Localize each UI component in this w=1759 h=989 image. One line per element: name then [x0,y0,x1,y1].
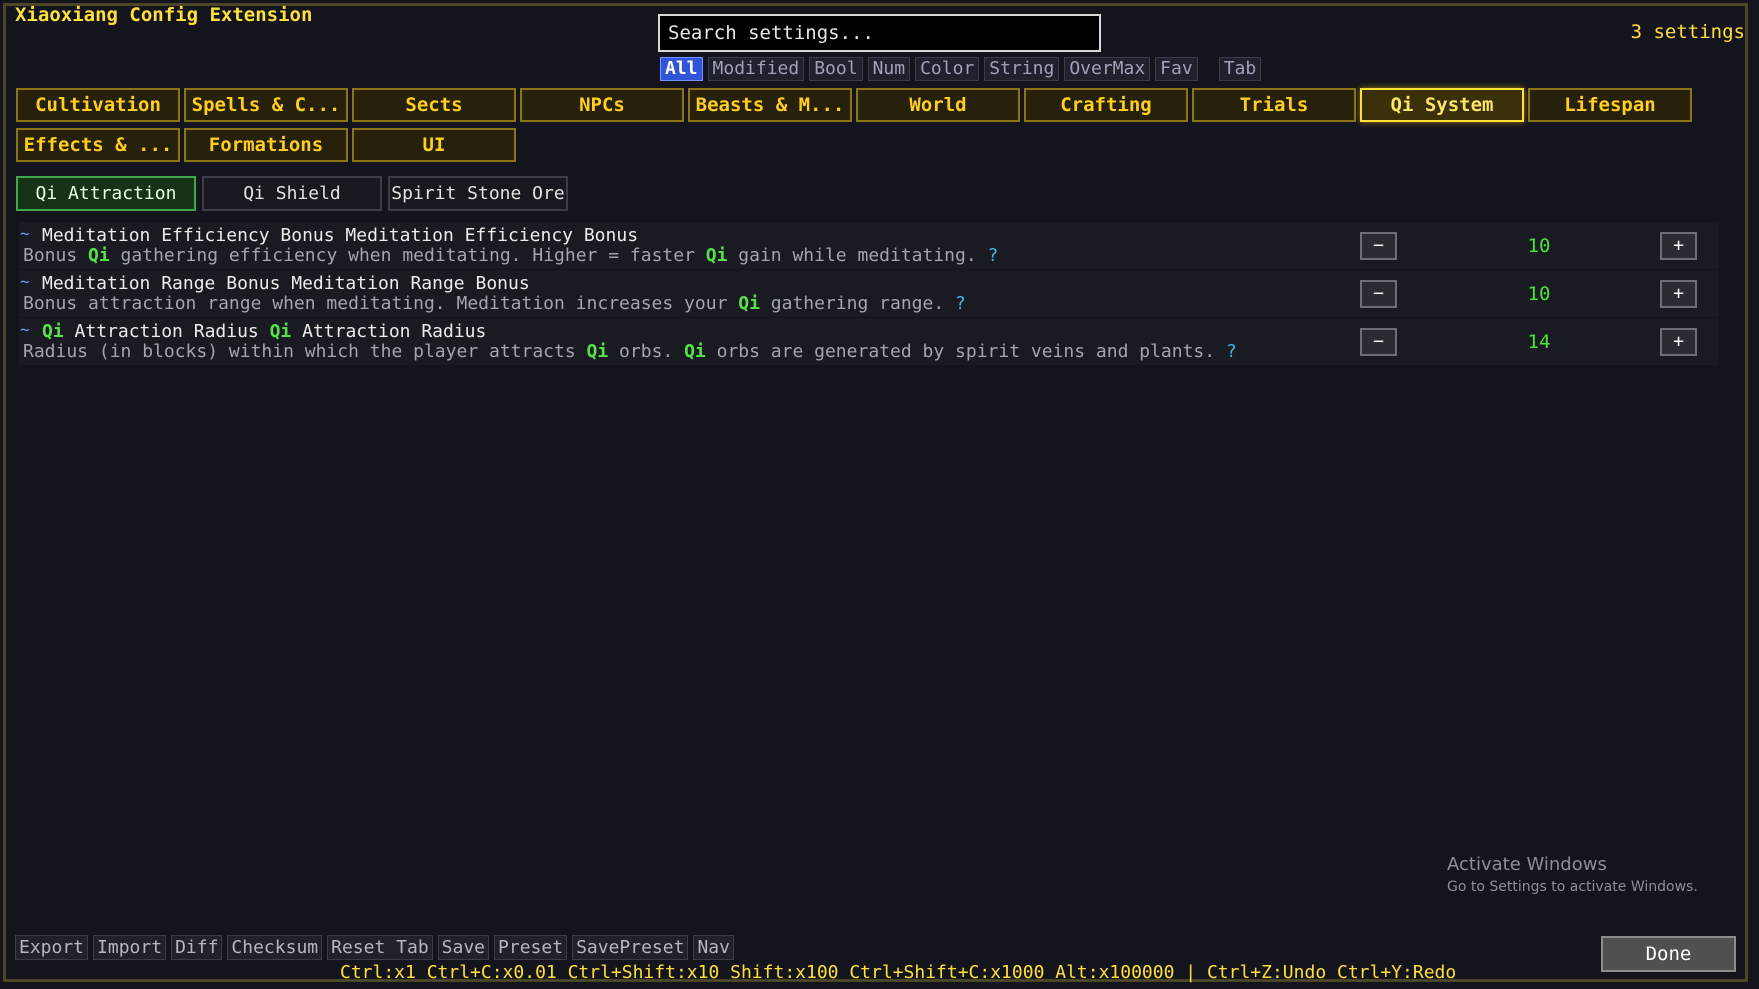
subtab-qi-attraction[interactable]: Qi Attraction [16,176,196,211]
setting-value[interactable]: 10 [1419,280,1659,308]
decrement-button[interactable]: − [1360,232,1397,260]
shortcut-hints: Ctrl:x1 Ctrl+C:x0.01 Ctrl+Shift:x10 Shif… [340,962,1457,983]
filter-overmax[interactable]: OverMax [1064,57,1151,81]
nav-button[interactable]: Nav [693,935,734,960]
watermark-title: Activate Windows [1447,854,1607,875]
setting-description: Bonus Qi gathering efficiency when medit… [23,245,999,266]
modified-indicator: ~ [20,320,30,339]
action-bar: Export Import Diff Checksum Reset Tab Sa… [15,935,734,960]
increment-button[interactable]: + [1660,328,1697,356]
search-input[interactable]: Search settings... [658,14,1101,52]
filter-string[interactable]: String [984,57,1060,81]
save-button[interactable]: Save [437,935,490,960]
tab-ui[interactable]: UI [352,128,516,162]
filter-num[interactable]: Num [867,57,911,81]
tab-lifespan[interactable]: Lifespan [1528,88,1692,122]
tab-cultivation[interactable]: Cultivation [16,88,180,122]
tab-world[interactable]: World [856,88,1020,122]
done-button[interactable]: Done [1601,936,1736,972]
import-button[interactable]: Import [93,935,167,960]
increment-button[interactable]: + [1660,232,1697,260]
setting-row: ~ Qi Attraction Radius Qi Attraction Rad… [19,318,1719,365]
tab-npcs[interactable]: NPCs [520,88,684,122]
subtab-qi-shield[interactable]: Qi Shield [202,176,382,211]
tab-crafting[interactable]: Crafting [1024,88,1188,122]
modified-indicator: ~ [20,224,30,243]
decrement-button[interactable]: − [1360,280,1397,308]
subtab-spirit-stone-ore[interactable]: Spirit Stone Ore [388,176,568,211]
filter-fav[interactable]: Fav [1155,57,1198,81]
setting-description: Radius (in blocks) within which the play… [23,341,1237,362]
filter-all[interactable]: All [660,57,703,81]
setting-value[interactable]: 14 [1419,328,1659,356]
help-icon[interactable]: ? [955,293,966,314]
setting-title: Qi Attraction Radius Qi Attraction Radiu… [42,321,487,342]
modified-indicator: ~ [20,272,30,291]
setting-row: ~ Meditation Efficiency Bonus Meditation… [19,222,1719,269]
increment-button[interactable]: + [1660,280,1697,308]
tab-spells[interactable]: Spells & C... [184,88,348,122]
reset-tab-button[interactable]: Reset Tab [327,935,433,960]
filter-bool[interactable]: Bool [809,57,863,81]
app-title: Xiaoxiang Config Extension [15,4,313,26]
setting-description: Bonus attraction range when meditating. … [23,293,966,314]
tab-formations[interactable]: Formations [184,128,348,162]
tab-beasts[interactable]: Beasts & M... [688,88,852,122]
help-icon[interactable]: ? [988,245,999,266]
tab-effects[interactable]: Effects & ... [16,128,180,162]
save-preset-button[interactable]: SavePreset [572,935,689,960]
watermark-subtitle: Go to Settings to activate Windows. [1447,879,1698,895]
filter-bar: All Modified Bool Num Color String OverM… [660,57,1262,81]
setting-value[interactable]: 10 [1419,232,1659,260]
filter-modified[interactable]: Modified [707,57,805,81]
checksum-button[interactable]: Checksum [227,935,323,960]
diff-button[interactable]: Diff [171,935,223,960]
help-icon[interactable]: ? [1226,341,1237,362]
decrement-button[interactable]: − [1360,328,1397,356]
tab-trials[interactable]: Trials [1192,88,1356,122]
settings-count: 3 settings [1630,21,1745,43]
setting-title: Meditation Range Bonus Meditation Range … [42,273,530,294]
setting-title: Meditation Efficiency Bonus Meditation E… [42,225,639,246]
export-button[interactable]: Export [15,935,89,960]
windows-activation-watermark: Activate Windows Go to Settings to activ… [1447,854,1698,895]
preset-button[interactable]: Preset [494,935,568,960]
tab-qi-system[interactable]: Qi System [1360,88,1524,122]
filter-color[interactable]: Color [915,57,980,81]
filter-tab[interactable]: Tab [1218,57,1262,81]
tab-sects[interactable]: Sects [352,88,516,122]
setting-row: ~ Meditation Range Bonus Meditation Rang… [19,270,1719,317]
